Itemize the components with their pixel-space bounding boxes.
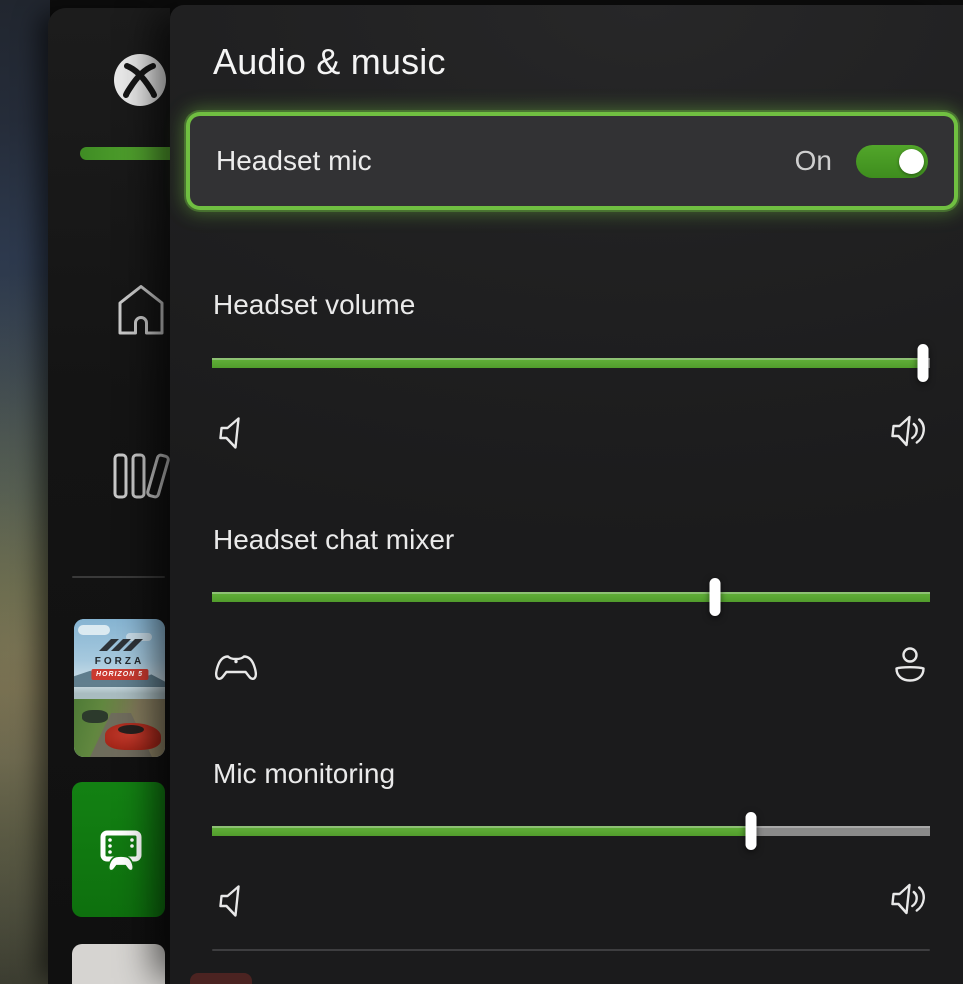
horizon-banner-text: HORIZON 5 xyxy=(91,669,148,680)
headset-mic-toggle[interactable] xyxy=(856,145,928,178)
capture-controller-icon xyxy=(97,830,147,874)
section-divider xyxy=(212,949,930,951)
slider-track xyxy=(212,592,930,602)
mic-monitoring-slider[interactable] xyxy=(212,811,930,851)
light-partial-tile[interactable] xyxy=(72,944,165,984)
forza-horizon-5-tile[interactable]: FORZA HORIZON 5 xyxy=(74,619,165,757)
xbox-guide-screen: FORZA HORIZON 5 Audio & music Headset mi… xyxy=(0,0,963,984)
person-icon xyxy=(891,645,929,685)
controller-icon xyxy=(210,648,262,688)
chat-mixer-slider[interactable] xyxy=(212,577,930,617)
headset-volume-label: Headset volume xyxy=(213,289,415,321)
headset-volume-slider[interactable] xyxy=(212,343,930,383)
slider-track xyxy=(212,826,930,836)
sidebar-divider xyxy=(72,576,165,578)
slider-fill xyxy=(212,358,923,368)
tile-art-red-car xyxy=(105,723,161,750)
speaker-low-icon xyxy=(216,415,244,451)
page-title: Audio & music xyxy=(213,41,446,83)
speaker-high-icon xyxy=(889,411,931,451)
headset-mic-row[interactable]: Headset mic On xyxy=(190,116,954,206)
bars-partial-icon[interactable] xyxy=(112,452,170,500)
slider-thumb[interactable] xyxy=(745,812,756,850)
toggle-knob xyxy=(899,149,924,174)
next-row-partial xyxy=(190,973,252,984)
home-icon[interactable] xyxy=(116,283,166,337)
audio-music-panel: Audio & music Headset mic On Headset vol… xyxy=(170,5,963,984)
slider-fill xyxy=(212,592,930,602)
toggle-state-label: On xyxy=(795,145,832,177)
slider-thumb[interactable] xyxy=(917,344,928,382)
chat-mixer-label: Headset chat mixer xyxy=(213,524,454,556)
green-app-tile[interactable] xyxy=(72,782,165,917)
headset-mic-label: Headset mic xyxy=(216,145,372,177)
guide-sidebar-content: FORZA HORIZON 5 xyxy=(0,0,170,984)
slider-thumb[interactable] xyxy=(709,578,720,616)
mic-monitoring-label: Mic monitoring xyxy=(213,758,395,790)
speaker-high-icon xyxy=(889,879,931,919)
forza-logo-icon xyxy=(97,639,143,651)
toggle-group: On xyxy=(795,145,928,178)
forza-logo-text: FORZA xyxy=(74,656,165,667)
slider-track xyxy=(212,358,930,368)
tile-art-dark-car xyxy=(82,710,108,723)
tile-art-cloud xyxy=(78,625,110,635)
speaker-low-icon xyxy=(216,883,244,919)
slider-fill xyxy=(212,826,751,836)
xbox-logo-icon[interactable] xyxy=(114,54,166,106)
